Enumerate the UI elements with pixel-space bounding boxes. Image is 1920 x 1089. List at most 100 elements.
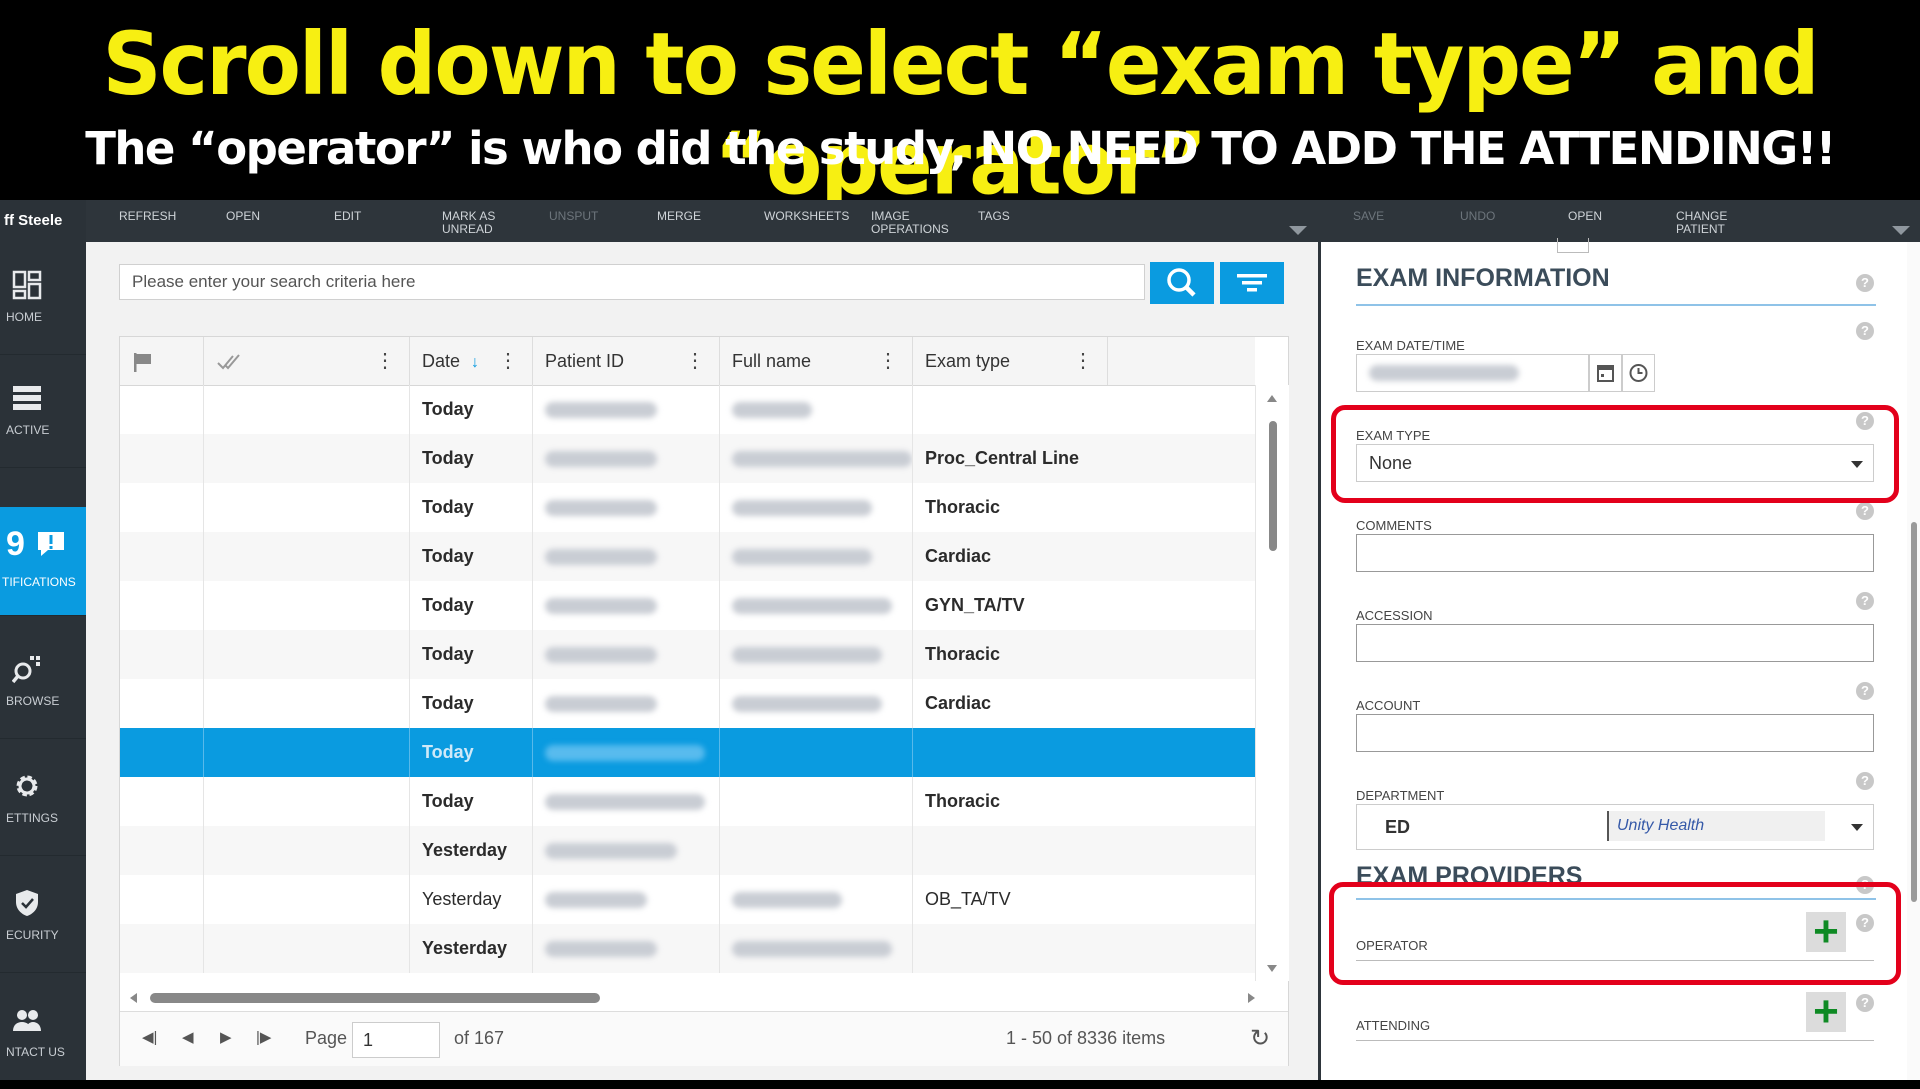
full-name-cell	[720, 483, 913, 532]
exam-type-cell: Proc_Central Line	[925, 448, 1080, 468]
unsput-button[interactable]: UNSPUT	[549, 210, 598, 223]
table-row[interactable]: Yesterday	[120, 924, 1255, 973]
horizontal-scrollbar[interactable]	[120, 981, 1288, 1011]
sidebar-item-settings[interactable]: ETTINGS	[0, 743, 86, 856]
refresh-icon[interactable]: ↻	[1250, 1024, 1270, 1053]
column-menu-icon[interactable]: ⋮	[375, 337, 395, 385]
shield-icon	[12, 888, 42, 918]
edit-button[interactable]: EDIT	[334, 210, 361, 223]
comments-field[interactable]	[1356, 534, 1874, 572]
open-button[interactable]: OPEN	[226, 210, 260, 223]
table-row[interactable]: Today Cardiac	[120, 679, 1255, 728]
scroll-right-icon[interactable]	[1248, 993, 1255, 1003]
help-icon[interactable]: ?	[1856, 274, 1874, 292]
help-icon[interactable]: ?	[1856, 322, 1874, 340]
exam-datetime-input[interactable]	[1356, 354, 1589, 392]
panel-scrollbar[interactable]	[1907, 242, 1920, 1080]
table-row[interactable]: Today Proc_Central Line	[120, 434, 1255, 483]
notification-count: 9	[6, 525, 25, 563]
table-row[interactable]: Today Thoracic	[120, 630, 1255, 679]
horizontal-scroll-thumb[interactable]	[150, 993, 600, 1003]
search-button[interactable]	[1150, 262, 1214, 304]
exam-type-column-header[interactable]: Exam type ⋮	[913, 337, 1108, 385]
search-input[interactable]	[119, 264, 1145, 300]
sidebar-item-contact[interactable]: NTACT US	[0, 977, 86, 1089]
table-row[interactable]: Yesterday OB_TA/TV	[120, 875, 1255, 924]
column-title: Full name	[732, 351, 812, 371]
help-icon[interactable]: ?	[1856, 994, 1874, 1012]
page-number-input[interactable]	[352, 1022, 440, 1058]
help-icon[interactable]: ?	[1856, 502, 1874, 520]
scroll-left-icon[interactable]	[130, 993, 137, 1003]
sidebar-item-security[interactable]: ECURITY	[0, 860, 86, 973]
sidebar-item-browse[interactable]: BROWSE	[0, 626, 86, 739]
panel-toolbar-overflow-icon[interactable]	[1892, 226, 1910, 235]
table-row[interactable]: Today	[120, 385, 1255, 434]
table-row[interactable]: Today GYN_TA/TV	[120, 581, 1255, 630]
column-title: Date	[422, 351, 461, 371]
accession-field[interactable]	[1356, 624, 1874, 662]
sidebar-item-home[interactable]: HOME	[0, 242, 86, 355]
prev-page-icon[interactable]: ◀	[182, 1028, 194, 1046]
table-row[interactable]: Today	[120, 728, 1255, 777]
banner-subline: The “operator” is who did the study, NO …	[85, 122, 1836, 175]
redacted-value	[1369, 365, 1519, 381]
table-row[interactable]: Today Cardiac	[120, 532, 1255, 581]
help-icon[interactable]: ?	[1856, 592, 1874, 610]
help-icon[interactable]: ?	[1856, 772, 1874, 790]
worksheets-button[interactable]: WORKSHEETS	[764, 210, 849, 223]
add-attending-button[interactable]: +	[1806, 990, 1846, 1034]
toolbar-overflow-icon[interactable]	[1289, 226, 1307, 235]
date-column-header[interactable]: Date ↓ ⋮	[410, 337, 533, 385]
account-field[interactable]	[1356, 714, 1874, 752]
redacted-value	[732, 941, 892, 958]
column-menu-icon[interactable]: ⋮	[498, 337, 518, 385]
filter-button[interactable]	[1220, 262, 1284, 304]
user-name[interactable]: ff Steele	[4, 212, 62, 229]
reviewed-column-header[interactable]: ⋮	[204, 337, 410, 385]
vertical-scroll-thumb[interactable]	[1269, 421, 1277, 551]
vertical-scrollbar[interactable]	[1255, 385, 1289, 981]
accession-label: ACCESSION	[1356, 608, 1433, 623]
patient-id-column-header[interactable]: Patient ID ⋮	[533, 337, 720, 385]
flag-cell	[120, 434, 204, 483]
column-menu-icon[interactable]: ⋮	[878, 337, 898, 385]
reviewed-cell	[204, 483, 410, 532]
calendar-icon-partial[interactable]	[1557, 238, 1589, 253]
help-icon[interactable]: ?	[1856, 682, 1874, 700]
flag-column-header[interactable]	[120, 337, 204, 385]
panel-scroll-thumb[interactable]	[1911, 522, 1917, 902]
column-menu-icon[interactable]: ⋮	[685, 337, 705, 385]
redacted-value	[545, 794, 705, 811]
department-select[interactable]: ED Unity Health	[1356, 804, 1874, 850]
scroll-down-icon[interactable]	[1267, 965, 1277, 972]
full-name-column-header[interactable]: Full name ⋮	[720, 337, 913, 385]
sort-descending-icon: ↓	[471, 354, 480, 371]
exam-type-cell: OB_TA/TV	[925, 889, 1011, 909]
date-picker-button[interactable]	[1589, 354, 1622, 392]
mark-as-unread-button[interactable]: MARK AS UNREAD	[442, 210, 495, 236]
undo-button[interactable]: UNDO	[1460, 210, 1495, 223]
sidebar-item-active[interactable]: ACTIVE	[0, 355, 86, 468]
sidebar: ff Steele HOME ACTIVE 9 TIFICATIONS BROW…	[0, 200, 86, 1080]
table-row[interactable]: Today Thoracic	[120, 777, 1255, 826]
merge-button[interactable]: MERGE	[657, 210, 701, 223]
column-menu-icon[interactable]: ⋮	[1073, 337, 1093, 385]
tags-button[interactable]: TAGS	[978, 210, 1010, 223]
exam-type-cell	[913, 826, 1255, 875]
table-row[interactable]: Today Thoracic	[120, 483, 1255, 532]
refresh-button[interactable]: REFRESH	[119, 210, 176, 223]
first-page-icon[interactable]: ◀|	[142, 1028, 157, 1046]
sidebar-item-notifications[interactable]: 9 TIFICATIONS	[0, 507, 86, 616]
time-picker-button[interactable]	[1622, 354, 1655, 392]
next-page-icon[interactable]: ▶	[220, 1028, 232, 1046]
change-patient-button[interactable]: CHANGE PATIENT	[1676, 210, 1727, 236]
image-operations-button[interactable]: IMAGE OPERATIONS	[871, 210, 949, 236]
reviewed-cell	[204, 875, 410, 924]
clock-icon	[1629, 364, 1648, 382]
table-row[interactable]: Yesterday	[120, 826, 1255, 875]
scroll-up-icon[interactable]	[1267, 395, 1277, 402]
panel-open-button[interactable]: OPEN	[1568, 210, 1602, 223]
last-page-icon[interactable]: |▶	[256, 1028, 271, 1046]
save-button[interactable]: SAVE	[1353, 210, 1384, 223]
